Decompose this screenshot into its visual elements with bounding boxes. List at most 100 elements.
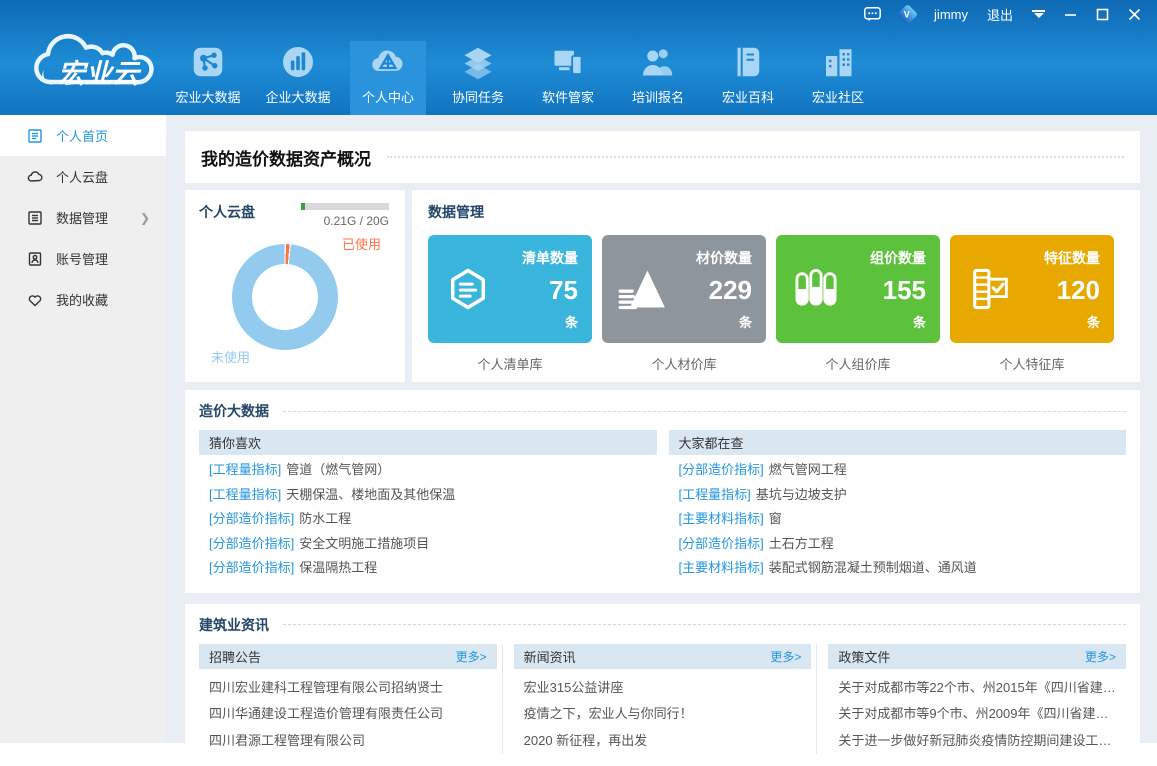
news-link[interactable]: 2020 新征程，再出发 [524, 728, 802, 755]
nav-item-personal-center[interactable]: 个人中心 [350, 41, 426, 115]
index-tag: [分部造价指标] [209, 536, 294, 551]
sidebar-item-label: 个人首页 [56, 126, 108, 145]
column-header-label: 大家都在查 [679, 433, 744, 452]
index-text: 管道（燃气管网） [286, 462, 390, 477]
stat-card-list-count[interactable]: 清单数量 75 条 [428, 235, 592, 343]
bigdata-link[interactable]: [分部造价指标]燃气管网工程 [679, 458, 1117, 483]
news-col-policy: 政策文件 更多> 关于对成都市等22个市、州2015年《四川省建设... 关于对… [816, 644, 1126, 755]
cloud-quota: 0.21G / 20G [301, 203, 389, 228]
bigdata-link[interactable]: [工程量指标]基坑与边坡支护 [679, 483, 1117, 508]
nav-item-enterprise-bigdata[interactable]: 企业大数据 [260, 41, 336, 115]
index-text: 防水工程 [299, 511, 351, 526]
index-tag: [工程量指标] [209, 462, 281, 477]
bigdata-col-everyone-searching: 大家都在查 [分部造价指标]燃气管网工程 [工程量指标]基坑与边坡支护 [主要材… [669, 430, 1127, 581]
capsules-icon [792, 267, 840, 311]
bigdata-link[interactable]: [工程量指标]天棚保温、楼地面及其他保温 [209, 483, 647, 508]
main-nav: 宏业大数据 企业大数据 个人中心 [170, 41, 890, 115]
layers-icon [460, 44, 496, 80]
column-header: 猜你喜欢 [199, 430, 657, 455]
card-unit: 条 [739, 312, 752, 331]
news-link[interactable]: 关于进一步做好新冠肺炎疫情防控期间建设工程... [838, 728, 1116, 755]
page-title-panel: 我的造价数据资产概况 [185, 131, 1140, 183]
bigdata-link[interactable]: [分部造价指标]防水工程 [209, 507, 647, 532]
news-list: 关于对成都市等22个市、州2015年《四川省建设... 关于对成都市等9个市、州… [828, 669, 1126, 755]
bigdata-link[interactable]: [分部造价指标]保温隔热工程 [209, 556, 647, 581]
more-link[interactable]: 更多> [1085, 648, 1116, 665]
messages-icon[interactable] [864, 7, 881, 22]
checklist-icon [966, 267, 1014, 311]
nav-item-hongye-community[interactable]: 宏业社区 [800, 41, 876, 115]
index-tag: [主要材料指标] [679, 560, 764, 575]
minimize-button[interactable] [1064, 8, 1077, 21]
sidebar-item-label: 个人云盘 [56, 167, 108, 186]
card-unit: 条 [1087, 312, 1100, 331]
bigdata-link[interactable]: [工程量指标] 管道（燃气管网） [209, 458, 647, 483]
nav-item-software-manager[interactable]: 软件管家 [530, 41, 606, 115]
news-link[interactable]: 四川宏业建科工程管理有限公司招纳贤士 [209, 675, 487, 702]
card-label: 个人组价库 [825, 354, 890, 373]
app-window: V jimmy 退出 宏业云 [0, 0, 1157, 743]
sidebar-item-personal-home[interactable]: 个人首页 [0, 115, 166, 156]
news-link[interactable]: 疫情之下，宏业人与你同行！ [524, 701, 802, 728]
column-header: 新闻资讯 更多> [514, 644, 812, 669]
nav-item-label: 宏业社区 [812, 87, 864, 106]
logout-button[interactable]: 退出 [987, 5, 1013, 24]
stat-card-price-assembly-count[interactable]: 组价数量 155 条 [776, 235, 940, 343]
heart-icon [27, 292, 43, 308]
card-unit: 条 [913, 312, 926, 331]
bigdata-list: [分部造价指标]燃气管网工程 [工程量指标]基坑与边坡支护 [主要材料指标]窗 … [669, 455, 1127, 581]
logo-text: 宏业云 [58, 59, 142, 89]
nav-item-hongye-wiki[interactable]: 宏业百科 [710, 41, 786, 115]
index-tag: [分部造价指标] [209, 560, 294, 575]
index-tag: [分部造价指标] [679, 462, 764, 477]
news-link[interactable]: 关于对成都市等9个市、州2009年《四川省建设... [838, 701, 1116, 728]
close-button[interactable] [1128, 8, 1141, 21]
chevron-right-icon: ❯ [140, 211, 150, 225]
bigdata-link[interactable]: [主要材料指标]装配式钢筋混凝土预制烟道、通风道 [679, 556, 1117, 581]
nav-item-collab-tasks[interactable]: 协同任务 [440, 41, 516, 115]
cost-bigdata-panel: 造价大数据 猜你喜欢 [工程量指标] 管道（燃气管网） [工程量指标]天棚保温、楼… [185, 390, 1140, 593]
stat-card-feature-count[interactable]: 特征数量 120 条 [950, 235, 1114, 343]
section-head: 建筑业资讯 [199, 615, 1126, 635]
sidebar-item-my-favorites[interactable]: 我的收藏 [0, 279, 166, 320]
news-title: 建筑业资讯 [199, 615, 269, 635]
news-link[interactable]: 关于对成都市等22个市、州2015年《四川省建设... [838, 675, 1116, 702]
card-unit: 条 [565, 312, 578, 331]
maximize-button[interactable] [1096, 8, 1109, 21]
sidebar-item-data-management[interactable]: 数据管理 ❯ [0, 197, 166, 238]
stat-card-material-price-count[interactable]: 材价数量 229 条 [602, 235, 766, 343]
more-link[interactable]: 更多> [770, 648, 801, 665]
bigdata-link[interactable]: [主要材料指标]窗 [679, 507, 1117, 532]
bigdata-title: 造价大数据 [199, 401, 269, 421]
news-link[interactable]: 四川华通建设工程造价管理有限责任公司 [209, 701, 487, 728]
skin-dropdown-icon[interactable] [1032, 10, 1045, 18]
nav-item-label: 企业大数据 [265, 87, 330, 106]
column-header-label: 新闻资讯 [524, 647, 576, 666]
avatar[interactable]: V [897, 3, 918, 24]
username[interactable]: jimmy [934, 7, 968, 22]
quota-progress-fill [301, 203, 305, 210]
people-icon [640, 44, 676, 80]
card-name: 特征数量 [1044, 248, 1100, 268]
bigdata-columns: 猜你喜欢 [工程量指标] 管道（燃气管网） [工程量指标]天棚保温、楼地面及其他保… [199, 430, 1126, 581]
card-label: 个人清单库 [477, 354, 542, 373]
index-text: 基坑与边坡支护 [756, 487, 847, 502]
sidebar-item-personal-cloud[interactable]: 个人云盘 [0, 156, 166, 197]
nav-item-hongye-bigdata[interactable]: 宏业大数据 [170, 41, 246, 115]
news-columns: 招聘公告 更多> 四川宏业建科工程管理有限公司招纳贤士 四川华通建设工程造价管理… [199, 644, 1126, 755]
more-link[interactable]: 更多> [456, 648, 487, 665]
bigdata-link[interactable]: [分部造价指标]土石方工程 [679, 532, 1117, 557]
news-link[interactable]: 宏业315公益讲座 [524, 675, 802, 702]
nav-item-label: 协同任务 [452, 87, 504, 106]
stat-cards: 清单数量 75 条 个人清单库 材价数量 [428, 235, 1124, 373]
sidebar-item-account-management[interactable]: 账号管理 [0, 238, 166, 279]
section-head: 造价大数据 [199, 401, 1126, 421]
id-badge-icon [27, 251, 43, 267]
sidebar-item-label: 数据管理 [56, 208, 108, 227]
share-network-icon [190, 44, 226, 80]
industry-news-panel: 建筑业资讯 招聘公告 更多> 四川宏业建科工程管理有限公司招纳贤士 四川华通建设… [185, 604, 1140, 766]
nav-item-training-signup[interactable]: 培训报名 [620, 41, 696, 115]
card-value: 229 [709, 277, 752, 303]
news-link[interactable]: 四川君源工程管理有限公司 [209, 728, 487, 755]
bigdata-link[interactable]: [分部造价指标]安全文明施工措施项目 [209, 532, 647, 557]
